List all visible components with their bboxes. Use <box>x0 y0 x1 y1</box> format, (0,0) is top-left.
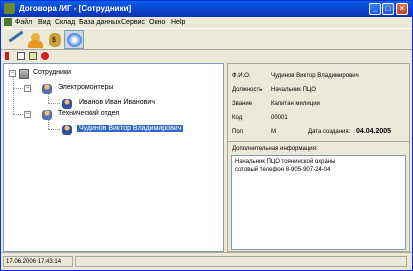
tree-group-node[interactable]: − Электромонтеры <box>24 83 144 94</box>
main-toolbar: $ <box>1 28 412 50</box>
tree-connector <box>48 94 49 103</box>
minimize-button[interactable]: _ <box>369 3 381 15</box>
created-value: 04.04.2005 <box>356 128 392 135</box>
status-bar: 17.06.2006 17:43:14 <box>1 252 412 270</box>
disk-icon <box>67 33 82 47</box>
notes-line: сотовый телефон 8-905-907-24-04 <box>235 167 331 173</box>
edit-icon[interactable] <box>17 52 25 60</box>
menu-database[interactable]: База данных <box>79 19 121 26</box>
title-bar: Договора /ИГ - [Сотрудники] _ □ × <box>1 1 412 17</box>
app-window: Договора /ИГ - [Сотрудники] _ □ × Файл В… <box>0 0 413 271</box>
group-icon <box>42 84 52 94</box>
finance-button[interactable]: $ <box>45 30 65 49</box>
menu-file[interactable]: Файл <box>15 19 32 26</box>
tree-connector <box>48 129 60 130</box>
collapse-group-toggle[interactable]: − <box>24 85 31 92</box>
tools-button[interactable] <box>5 30 25 49</box>
wrench-icon <box>8 30 24 43</box>
tree-connector <box>48 120 49 129</box>
code-label: Код <box>232 115 243 121</box>
menu-bar: Файл Вид Склад База данных Сервис Окно H… <box>1 17 412 28</box>
tree-group-label: Электромонтеры <box>58 84 114 91</box>
employees-button[interactable] <box>25 30 45 49</box>
notes-label: Дополнительная информация: <box>232 146 318 152</box>
tree-employee-node[interactable]: Иванов Иван Иванович <box>62 98 202 109</box>
tree-connector <box>48 103 60 104</box>
sex-label: Пол <box>232 129 244 135</box>
details-divider <box>228 141 409 142</box>
tree-root-node[interactable]: − Сотрудники <box>8 68 108 79</box>
position-label: Должность <box>232 87 263 93</box>
notes-textarea[interactable]: Начальник ПЦО тоянинской охраны сотовый … <box>231 155 406 250</box>
employee-details: Ф.И.О. Чудинов Виктор Владимирович Должн… <box>227 63 410 252</box>
menu-warehouse[interactable]: Склад <box>55 19 75 26</box>
tree-root-label: Сотрудники <box>33 69 71 76</box>
record-toolbar <box>1 50 412 62</box>
window-title: Договора /ИГ - [Сотрудники] <box>19 4 132 13</box>
edit2-icon[interactable] <box>29 52 37 60</box>
status-panel <box>75 256 407 267</box>
person-icon <box>62 125 72 135</box>
position-value: Начальник ПЦО <box>271 87 316 93</box>
notes-line: Начальник ПЦО тоянинской охраны <box>235 159 336 165</box>
code-value: 00001 <box>271 115 288 121</box>
menu-view[interactable]: Вид <box>38 19 51 26</box>
collapse-group-toggle[interactable]: − <box>24 111 31 118</box>
flag-icon[interactable] <box>5 52 13 60</box>
menu-window[interactable]: Окно <box>149 19 165 26</box>
rank-label: Звание <box>232 101 253 107</box>
tree-employee-node-selected[interactable]: Чудинов Виктор Владимирович <box>62 124 222 135</box>
fio-value: Чудинов Виктор Владимирович <box>271 73 359 79</box>
status-datetime: 17.06.2006 17:43:14 <box>3 256 73 267</box>
close-button[interactable]: × <box>396 3 408 15</box>
collapse-root-toggle[interactable]: − <box>9 70 16 77</box>
person-icon <box>62 99 72 109</box>
tree-group-label: Технический отдел <box>58 110 120 117</box>
tree-employee-label: Иванов Иван Иванович <box>79 99 155 106</box>
database-button[interactable] <box>64 30 84 49</box>
people-icon-body <box>28 40 43 48</box>
sex-value: М <box>271 129 276 135</box>
employees-tree[interactable]: − Сотрудники − Электромонтеры Иванов Ива… <box>3 63 224 252</box>
created-label: Дата создания: <box>308 129 351 135</box>
money-bag-glyph: $ <box>52 37 56 44</box>
menu-service[interactable]: Сервис <box>121 19 145 26</box>
tree-employee-label: Чудинов Виктор Владимирович <box>77 125 184 132</box>
maximize-button[interactable]: □ <box>382 3 394 15</box>
group-icon <box>42 110 52 120</box>
tree-group-node[interactable]: − Технический отдел <box>24 109 144 120</box>
fio-label: Ф.И.О. <box>232 73 251 79</box>
organization-icon <box>19 69 29 79</box>
delete-icon[interactable] <box>41 52 49 60</box>
menu-help[interactable]: Help <box>171 19 185 26</box>
document-menu-icon[interactable] <box>4 18 12 26</box>
app-icon <box>4 3 15 14</box>
rank-value: Капитан милиции <box>271 101 320 107</box>
